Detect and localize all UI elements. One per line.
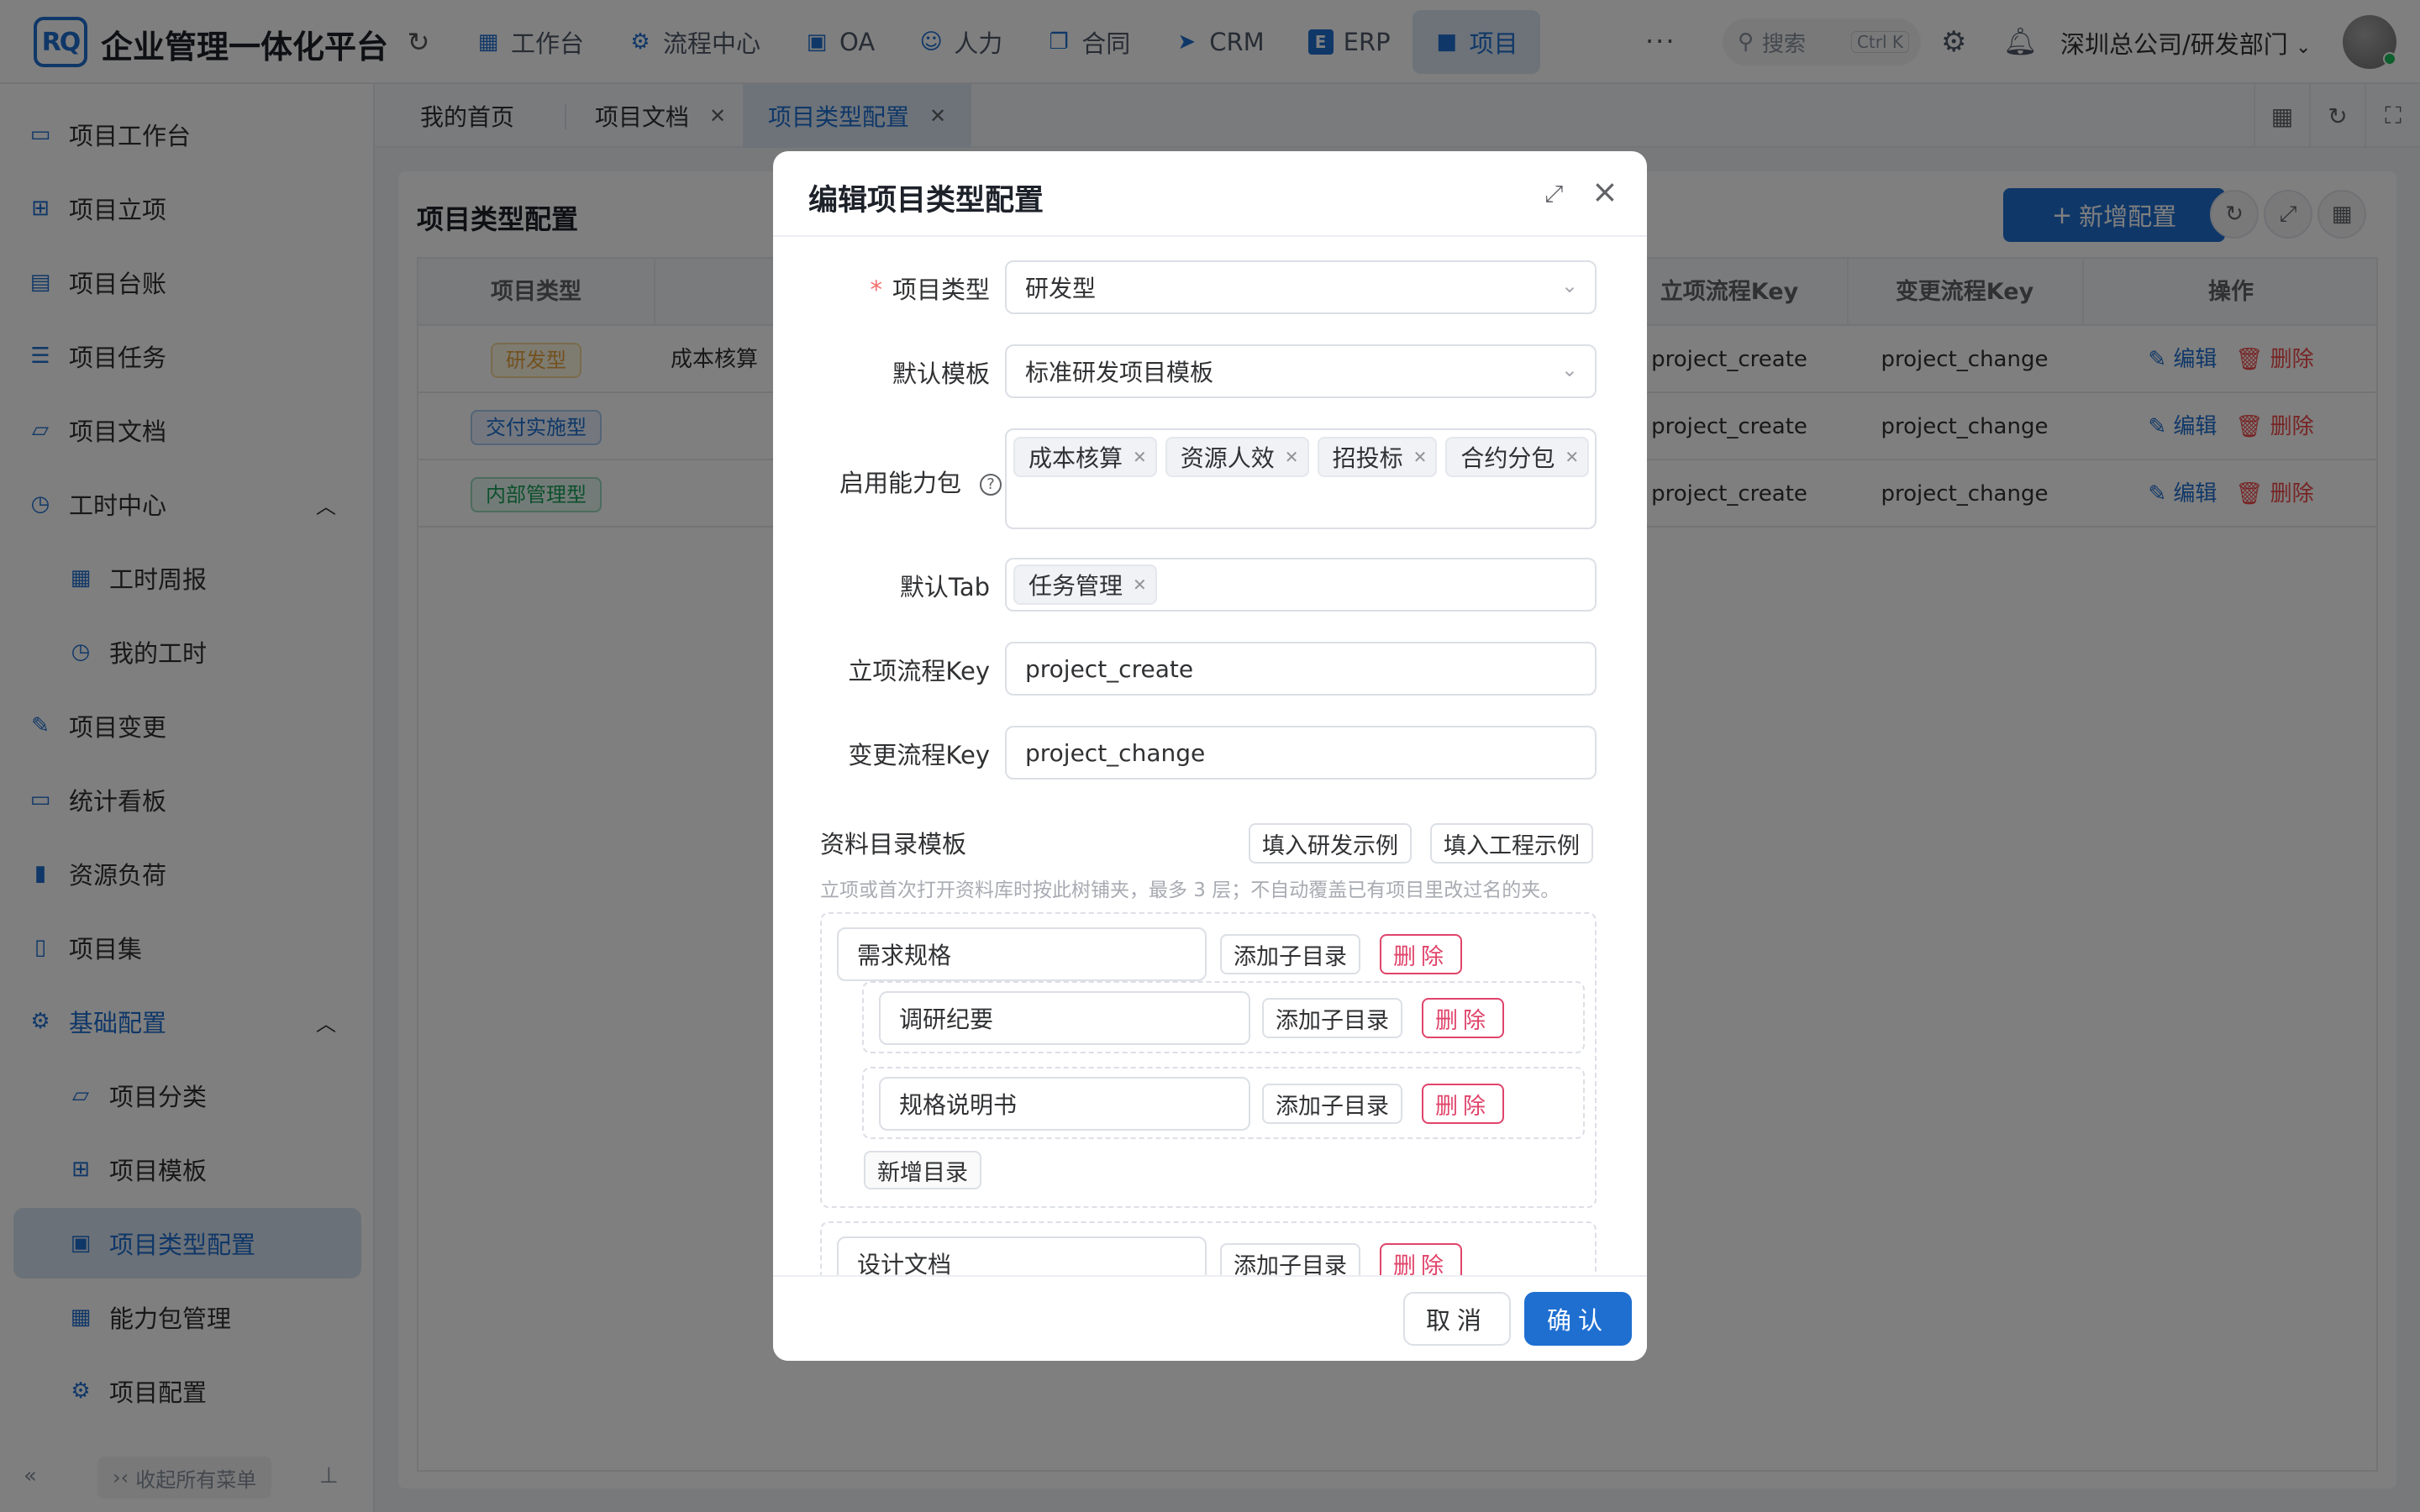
close-icon[interactable]: ✕	[1565, 447, 1579, 467]
delete-directory-button[interactable]: 删除	[1422, 1084, 1504, 1124]
type-select[interactable]: 研发型 ⌄	[1005, 260, 1597, 314]
fill-rd-example-button[interactable]: 填入研发示例	[1249, 823, 1412, 864]
directory-name-input[interactable]: 规格说明书	[879, 1077, 1250, 1131]
chevron-down-icon: ⌄	[1560, 358, 1578, 381]
add-directory-button[interactable]: 新增目录	[864, 1151, 981, 1189]
close-icon[interactable]: ✕	[1133, 447, 1147, 467]
close-icon[interactable]: ✕	[1413, 447, 1428, 467]
directory-node: 需求规格 添加子目录 删除 调研纪要 添加子目录 删除 规格说明书 添加子目录 …	[820, 912, 1597, 1208]
dialog-title: 编辑项目类型配置	[808, 184, 1044, 218]
pack-chip: 成本核算 ✕	[1013, 437, 1157, 477]
directory-name-input[interactable]: 调研纪要	[879, 991, 1250, 1045]
change-key-input[interactable]: project_change	[1005, 726, 1597, 780]
confirm-button[interactable]: 确认	[1524, 1292, 1632, 1346]
help-icon[interactable]: ?	[980, 474, 1002, 496]
close-icon[interactable]: ✕	[1285, 447, 1299, 467]
directory-node: 调研纪要 添加子目录 删除	[862, 981, 1585, 1053]
default-tab-label: 默认Tab	[899, 573, 990, 601]
packs-label: 启用能力包?	[773, 464, 1002, 499]
directory-name-input[interactable]: 需求规格	[837, 927, 1207, 981]
required-mark: *	[870, 276, 882, 304]
directory-node: 规格说明书 添加子目录 删除	[862, 1067, 1585, 1139]
edit-type-config-dialog: 编辑项目类型配置 ⤢ × * 项目类型 研发型 ⌄ 默认模板 标准研发项目模板 ⌄ 启…	[773, 151, 1647, 1361]
fill-eng-example-button[interactable]: 填入工程示例	[1430, 823, 1593, 864]
tab-chip: 任务管理 ✕	[1013, 564, 1157, 605]
create-key-input[interactable]: project_create	[1005, 642, 1597, 696]
close-icon[interactable]: ×	[1591, 173, 1618, 210]
add-child-directory-button[interactable]: 添加子目录	[1262, 998, 1402, 1038]
dialog-body: * 项目类型 研发型 ⌄ 默认模板 标准研发项目模板 ⌄ 启用能力包? 成本核算 ✕ 资…	[773, 239, 1647, 1361]
directory-title: 资料目录模板	[820, 830, 967, 858]
packs-multiselect[interactable]: 成本核算 ✕ 资源人效 ✕ 招投标 ✕ 合约分包 ✕	[1005, 428, 1597, 529]
template-label: 默认模板	[892, 360, 990, 388]
pack-chip: 资源人效 ✕	[1165, 437, 1309, 477]
type-label: * 项目类型	[870, 276, 990, 304]
pack-chip: 招投标 ✕	[1317, 437, 1438, 477]
cancel-button[interactable]: 取消	[1403, 1292, 1511, 1346]
change-key-label: 变更流程Key	[848, 741, 990, 769]
dialog-footer: 取消 确认	[773, 1275, 1647, 1361]
maximize-icon[interactable]: ⤢	[1544, 180, 1563, 208]
create-key-label: 立项流程Key	[848, 657, 990, 685]
add-child-directory-button[interactable]: 添加子目录	[1220, 934, 1360, 974]
delete-directory-button[interactable]: 删除	[1380, 934, 1462, 974]
template-select[interactable]: 标准研发项目模板 ⌄	[1005, 344, 1597, 398]
dialog-header: 编辑项目类型配置 ⤢ ×	[773, 151, 1647, 237]
directory-hint: 立项或首次打开资料库时按此树铺夹，最多 3 层；不自动覆盖已有项目里改过名的夹。	[820, 879, 1560, 901]
pack-chip: 合约分包 ✕	[1445, 437, 1590, 477]
delete-directory-button[interactable]: 删除	[1422, 998, 1504, 1038]
chevron-down-icon: ⌄	[1560, 274, 1578, 297]
close-icon[interactable]: ✕	[1133, 575, 1147, 595]
add-child-directory-button[interactable]: 添加子目录	[1262, 1084, 1402, 1124]
default-tab-select[interactable]: 任务管理 ✕	[1005, 558, 1597, 612]
